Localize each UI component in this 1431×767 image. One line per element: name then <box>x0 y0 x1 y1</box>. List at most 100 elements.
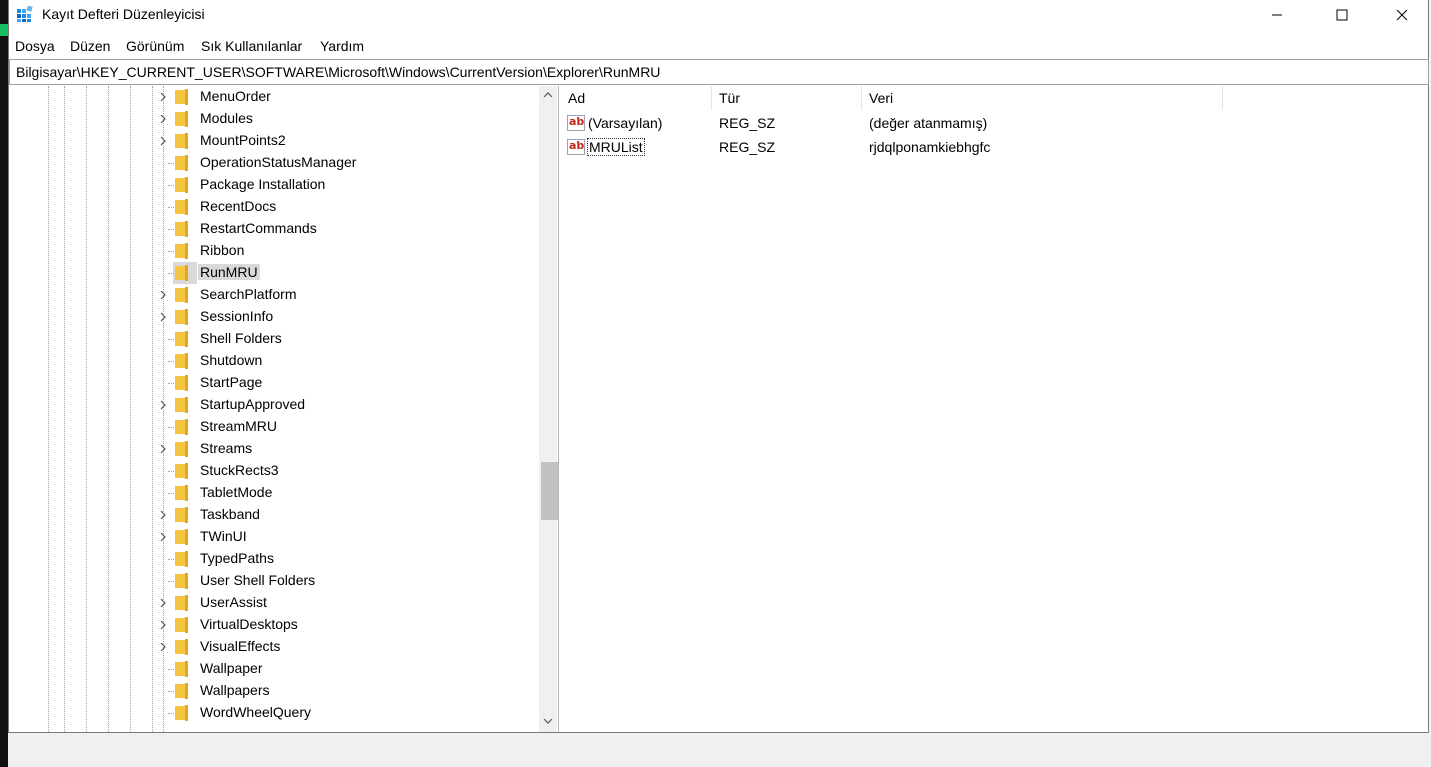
chevron-right-icon[interactable] <box>157 134 169 146</box>
tree-scrollbar[interactable] <box>539 86 558 732</box>
chevron-right-icon[interactable] <box>157 508 169 520</box>
maximize-icon <box>1336 9 1348 21</box>
tree-item[interactable]: TypedPaths <box>9 548 539 570</box>
chevron-right-icon[interactable] <box>157 618 169 630</box>
menu-duzen[interactable]: Düzen <box>70 38 110 54</box>
registry-app-icon <box>17 5 33 22</box>
chevron-right-icon[interactable] <box>157 310 169 322</box>
tree-item[interactable]: RunMRU <box>9 262 539 284</box>
tree-item[interactable]: OperationStatusManager <box>9 152 539 174</box>
chevron-up-icon <box>543 92 553 98</box>
tree-item-label: Streams <box>200 440 253 456</box>
folder-icon <box>175 155 189 171</box>
folder-icon <box>175 353 189 369</box>
menu-sik-kullanilanlar[interactable]: Sık Kullanılanlar <box>201 38 302 54</box>
chevron-right-icon[interactable] <box>157 640 169 652</box>
column-header-name[interactable]: Ad <box>568 90 585 106</box>
address-bar[interactable]: Bilgisayar\HKEY_CURRENT_USER\SOFTWARE\Mi… <box>9 59 1429 85</box>
chevron-down-icon <box>543 718 553 724</box>
value-name: MRUList <box>587 138 645 156</box>
tree-item[interactable]: SearchPlatform <box>9 284 539 306</box>
tree-item[interactable]: RecentDocs <box>9 196 539 218</box>
close-button[interactable] <box>1379 0 1425 30</box>
tree-item[interactable]: User Shell Folders <box>9 570 539 592</box>
column-separator[interactable] <box>861 86 862 110</box>
column-header-data[interactable]: Veri <box>869 90 893 106</box>
tree-item-label: SearchPlatform <box>200 286 297 302</box>
tree-item[interactable]: Streams <box>9 438 539 460</box>
folder-icon <box>175 397 189 413</box>
tree-item[interactable]: TWinUI <box>9 526 539 548</box>
folder-icon <box>175 133 189 149</box>
scroll-thumb[interactable] <box>541 462 558 520</box>
chevron-right-icon[interactable] <box>157 442 169 454</box>
tree-item[interactable]: Shell Folders <box>9 328 539 350</box>
tree-item-label: StreamMRU <box>200 418 278 434</box>
scroll-down-button[interactable] <box>539 712 557 730</box>
tree-item[interactable]: WordWheelQuery <box>9 702 539 724</box>
tree-item[interactable]: Taskband <box>9 504 539 526</box>
registry-editor-window: Kayıt Defteri Düzenleyicisi Dosya Düzen … <box>8 0 1429 733</box>
scroll-up-button[interactable] <box>539 86 557 104</box>
tree-item[interactable]: Modules <box>9 108 539 130</box>
folder-icon <box>175 661 189 677</box>
tree-item[interactable]: Ribbon <box>9 240 539 262</box>
tree-item[interactable]: Shutdown <box>9 350 539 372</box>
tree-item[interactable]: VisualEffects <box>9 636 539 658</box>
maximize-button[interactable] <box>1319 0 1365 30</box>
tree-item-label: Ribbon <box>200 242 245 258</box>
tree-item[interactable]: Wallpapers <box>9 680 539 702</box>
tree-item[interactable]: UserAssist <box>9 592 539 614</box>
folder-icon <box>175 287 189 303</box>
folder-icon <box>175 551 189 567</box>
tree-item-label: RestartCommands <box>200 220 317 236</box>
menu-gorunum[interactable]: Görünüm <box>126 38 184 54</box>
tree-item-label: StuckRects3 <box>200 462 279 478</box>
value-row[interactable]: ab (Varsayılan) REG_SZ (değer atanmamış) <box>561 112 1429 136</box>
folder-icon <box>175 243 189 259</box>
chevron-right-icon[interactable] <box>157 112 169 124</box>
tree-item[interactable]: RestartCommands <box>9 218 539 240</box>
tree-item-label: Shutdown <box>200 352 263 368</box>
tree-item[interactable]: StreamMRU <box>9 416 539 438</box>
folder-icon <box>175 639 189 655</box>
value-type: REG_SZ <box>719 139 776 155</box>
tree-item[interactable]: Wallpaper <box>9 658 539 680</box>
folder-icon <box>175 595 189 611</box>
menu-dosya[interactable]: Dosya <box>15 38 55 54</box>
tree-item-label: MenuOrder <box>200 88 271 104</box>
menu-yardim[interactable]: Yardım <box>320 38 364 54</box>
tree-item[interactable]: Package Installation <box>9 174 539 196</box>
folder-icon <box>175 441 189 457</box>
tree-item-label: TabletMode <box>200 484 273 500</box>
tree-item[interactable]: StartPage <box>9 372 539 394</box>
tree-item[interactable]: VirtualDesktops <box>9 614 539 636</box>
folder-icon <box>175 177 189 193</box>
chevron-right-icon[interactable] <box>157 530 169 542</box>
value-row[interactable]: ab MRUList REG_SZ rjdqlponamkiebhgfc <box>561 136 1429 160</box>
tree-item-label: Modules <box>200 110 253 126</box>
folder-icon <box>175 375 189 391</box>
column-separator[interactable] <box>711 86 712 110</box>
tree-item[interactable]: TabletMode <box>9 482 539 504</box>
tree-item-label: OperationStatusManager <box>200 154 357 170</box>
tree-item-label: SessionInfo <box>200 308 274 324</box>
chevron-right-icon[interactable] <box>157 596 169 608</box>
tree-item-label: Wallpapers <box>200 682 270 698</box>
minimize-button[interactable] <box>1254 0 1300 30</box>
chevron-right-icon[interactable] <box>157 288 169 300</box>
title-bar[interactable]: Kayıt Defteri Düzenleyicisi <box>9 0 1428 30</box>
column-separator[interactable] <box>1222 86 1223 110</box>
tree-item-label: VisualEffects <box>200 638 281 654</box>
column-header-type[interactable]: Tür <box>719 90 740 106</box>
chevron-right-icon[interactable] <box>157 90 169 102</box>
tree-item[interactable]: StartupApproved <box>9 394 539 416</box>
tree-item[interactable]: SessionInfo <box>9 306 539 328</box>
folder-icon <box>175 507 189 523</box>
tree-item[interactable]: StuckRects3 <box>9 460 539 482</box>
tree-item[interactable]: MenuOrder <box>9 86 539 108</box>
tree-item-label: Shell Folders <box>200 330 282 346</box>
chevron-right-icon[interactable] <box>157 398 169 410</box>
folder-icon <box>175 89 189 105</box>
tree-item[interactable]: MountPoints2 <box>9 130 539 152</box>
